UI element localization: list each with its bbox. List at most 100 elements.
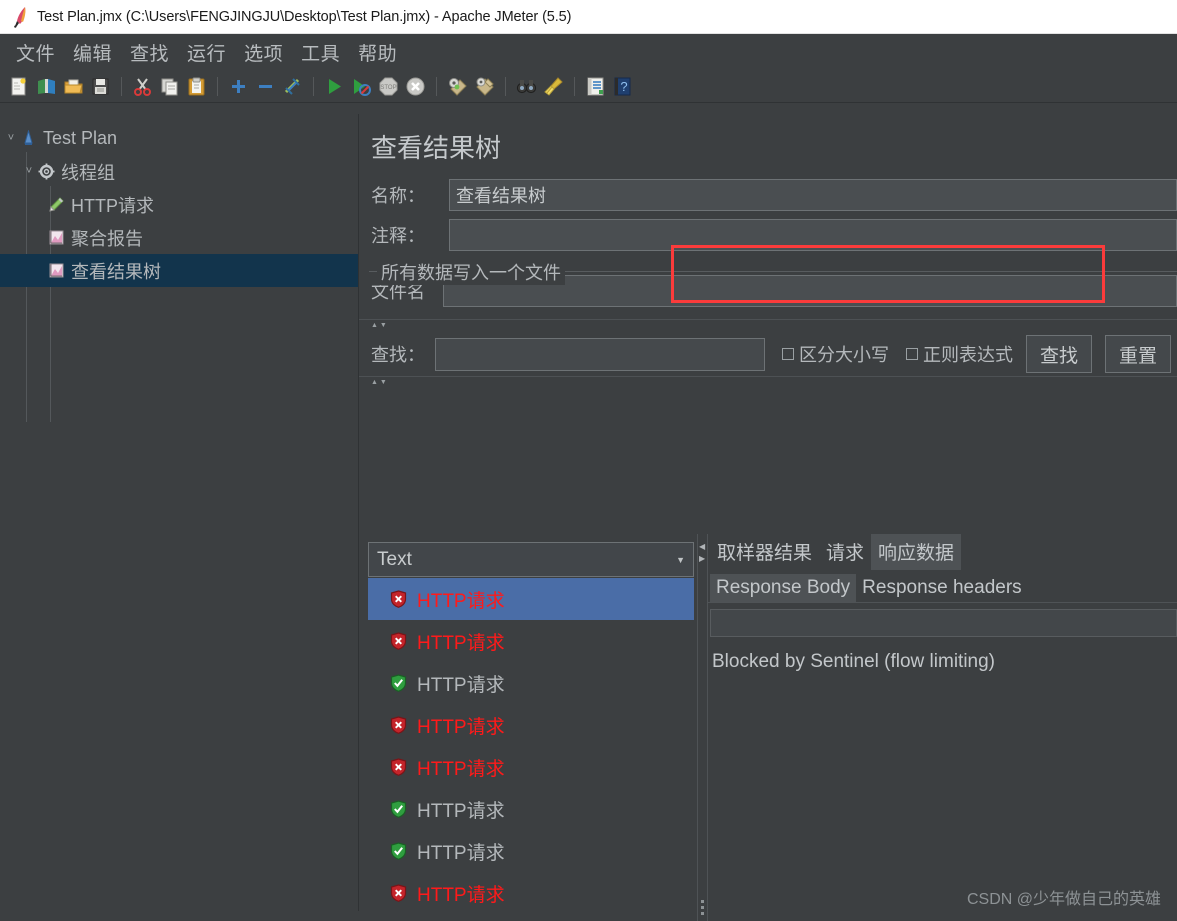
subtab-response-body[interactable]: Response Body [710, 574, 857, 602]
jmeter-feather-icon [14, 6, 26, 28]
list-item[interactable]: HTTP请求 [368, 662, 694, 704]
search-reset-broom-icon[interactable] [541, 74, 566, 99]
list-item[interactable]: HTTP请求 [368, 620, 694, 662]
checkbox-case-sensitive[interactable]: 区分大小写 [782, 341, 889, 367]
response-subtabs: Response Body Response headers [708, 570, 1177, 603]
list-item[interactable]: HTTP请求 [368, 578, 694, 620]
splitter-line [697, 534, 698, 921]
view-results-tree-chart-icon [46, 262, 66, 280]
list-item-label: HTTP请求 [417, 800, 505, 822]
subtab-response-headers[interactable]: Response headers [856, 574, 1028, 602]
toolbar-separator [574, 76, 575, 96]
status-fail-shield-icon [390, 590, 407, 608]
splitter-arrows-icon[interactable]: ▲▼ [371, 322, 389, 329]
response-tabs: 取样器结果 请求 响应数据 [708, 534, 1177, 570]
list-item[interactable]: HTTP请求 [368, 914, 694, 921]
list-item-label: HTTP请求 [417, 842, 505, 864]
function-helper-icon[interactable] [583, 74, 608, 99]
clear-all-icon[interactable] [472, 74, 497, 99]
response-body-text: Blocked by Sentinel (flow limiting) [712, 651, 996, 672]
menu-help[interactable]: 帮助 [351, 37, 404, 68]
watermark: CSDN @少年做自己的英雄 [966, 891, 1161, 908]
tree-item-thread-group[interactable]: ˅ 线程组 [0, 155, 358, 188]
chevron-down-icon[interactable]: ▼ [676, 555, 685, 565]
tree-item-test-plan[interactable]: ˅ Test Plan [0, 122, 358, 155]
tab-response-data[interactable]: 响应数据 [871, 534, 962, 570]
cut-scissors-icon[interactable] [130, 74, 155, 99]
sidebar-bottom-strip [0, 911, 359, 921]
toolbar-separator [217, 76, 218, 96]
menu-run[interactable]: 运行 [180, 37, 233, 68]
vertical-splitter[interactable]: ◀ ▶ [697, 534, 708, 921]
menu-file[interactable]: 文件 [9, 37, 62, 68]
save-icon[interactable] [88, 74, 113, 99]
reset-button[interactable]: 重置 [1105, 335, 1171, 373]
status-fail-shield-icon [390, 758, 407, 776]
checkbox-box-icon[interactable] [906, 348, 918, 360]
expand-plus-icon[interactable] [226, 74, 251, 99]
name-input[interactable]: 查看结果树 [449, 179, 1177, 211]
shutdown-icon[interactable] [403, 74, 428, 99]
splitter-collapse-left-icon[interactable]: ◀ [699, 542, 705, 551]
toggle-enable-icon[interactable] [280, 74, 305, 99]
menu-options[interactable]: 选项 [237, 37, 290, 68]
horizontal-splitter-bottom[interactable]: ▲▼ [359, 376, 1177, 387]
group-legend: 所有数据写入一个文件 [377, 259, 565, 285]
help-question-icon[interactable]: ? [610, 74, 635, 99]
paste-clipboard-icon[interactable] [184, 74, 209, 99]
splitter-grip[interactable] [701, 912, 704, 915]
list-item[interactable]: HTTP请求 [368, 872, 694, 914]
list-item[interactable]: HTTP请求 [368, 704, 694, 746]
splitter-arrows-icon[interactable]: ▲▼ [371, 379, 389, 386]
splitter-collapse-right-icon[interactable]: ▶ [699, 554, 705, 563]
horizontal-splitter-top[interactable]: ▲▼ [359, 319, 1177, 330]
comment-field-row: 注释： [359, 215, 1177, 255]
open-folder-icon[interactable] [61, 74, 86, 99]
tree-item-label: 聚合报告 [71, 228, 143, 249]
new-document-icon[interactable] [7, 74, 32, 99]
list-item[interactable]: HTTP请求 [368, 830, 694, 872]
start-no-timers-icon[interactable] [349, 74, 374, 99]
response-panel: 取样器结果 请求 响应数据 Response Body Response hea… [708, 534, 1177, 921]
tree-item-label: 查看结果树 [71, 261, 161, 282]
tab-sampler-result[interactable]: 取样器结果 [710, 534, 819, 570]
page-title: 查看结果树 [371, 133, 502, 163]
clear-icon[interactable] [445, 74, 470, 99]
copy-icon[interactable] [157, 74, 182, 99]
chevron-down-icon[interactable]: ˅ [4, 133, 18, 144]
list-item[interactable]: HTTP请求 [368, 788, 694, 830]
menu-tools[interactable]: 工具 [294, 37, 347, 68]
tree-item-view-results-tree[interactable]: 查看结果树 [0, 254, 358, 287]
collapse-minus-icon[interactable] [253, 74, 278, 99]
start-play-icon[interactable] [322, 74, 347, 99]
renderer-select[interactable]: Text ▼ [368, 542, 694, 577]
splitter-grip[interactable] [701, 900, 704, 903]
comment-input[interactable] [449, 219, 1177, 251]
response-search-input[interactable] [710, 609, 1177, 637]
tab-request[interactable]: 请求 [819, 534, 871, 570]
tree-item-aggregate-report[interactable]: 聚合报告 [0, 221, 358, 254]
chevron-down-icon[interactable]: ˅ [22, 166, 36, 177]
search-binoculars-icon[interactable] [514, 74, 539, 99]
find-label: 查找： [371, 345, 425, 365]
tree-item-label: 线程组 [61, 162, 115, 183]
list-item-label: HTTP请求 [417, 758, 505, 780]
list-item-label: HTTP请求 [417, 632, 505, 654]
list-item[interactable]: HTTP请求 [368, 746, 694, 788]
splitter-grip[interactable] [701, 906, 704, 909]
results-list-panel: Text ▼ HTTP请求 HTTP请求 HTTP请求 HTTP请求 HTTP请… [359, 534, 697, 921]
open-templates-icon[interactable] [34, 74, 59, 99]
checkbox-regex[interactable]: 正则表达式 [906, 341, 1013, 367]
find-button[interactable]: 查找 [1026, 335, 1092, 373]
menu-edit[interactable]: 编辑 [66, 37, 119, 68]
tree-item-http-request[interactable]: HTTP请求 [0, 188, 358, 221]
status-pass-shield-icon [390, 842, 407, 860]
menu-search[interactable]: 查找 [123, 37, 176, 68]
find-input[interactable] [435, 337, 765, 371]
sample-result-list[interactable]: HTTP请求 HTTP请求 HTTP请求 HTTP请求 HTTP请求 HTTP请… [368, 578, 694, 921]
status-fail-shield-icon [390, 884, 407, 902]
checkbox-box-icon[interactable] [782, 348, 794, 360]
jmeter-window: Test Plan.jmx (C:\Users\FENGJINGJU\Deskt… [0, 0, 1177, 921]
aggregate-report-chart-icon [46, 229, 66, 247]
stop-icon[interactable]: STOP [376, 74, 401, 99]
